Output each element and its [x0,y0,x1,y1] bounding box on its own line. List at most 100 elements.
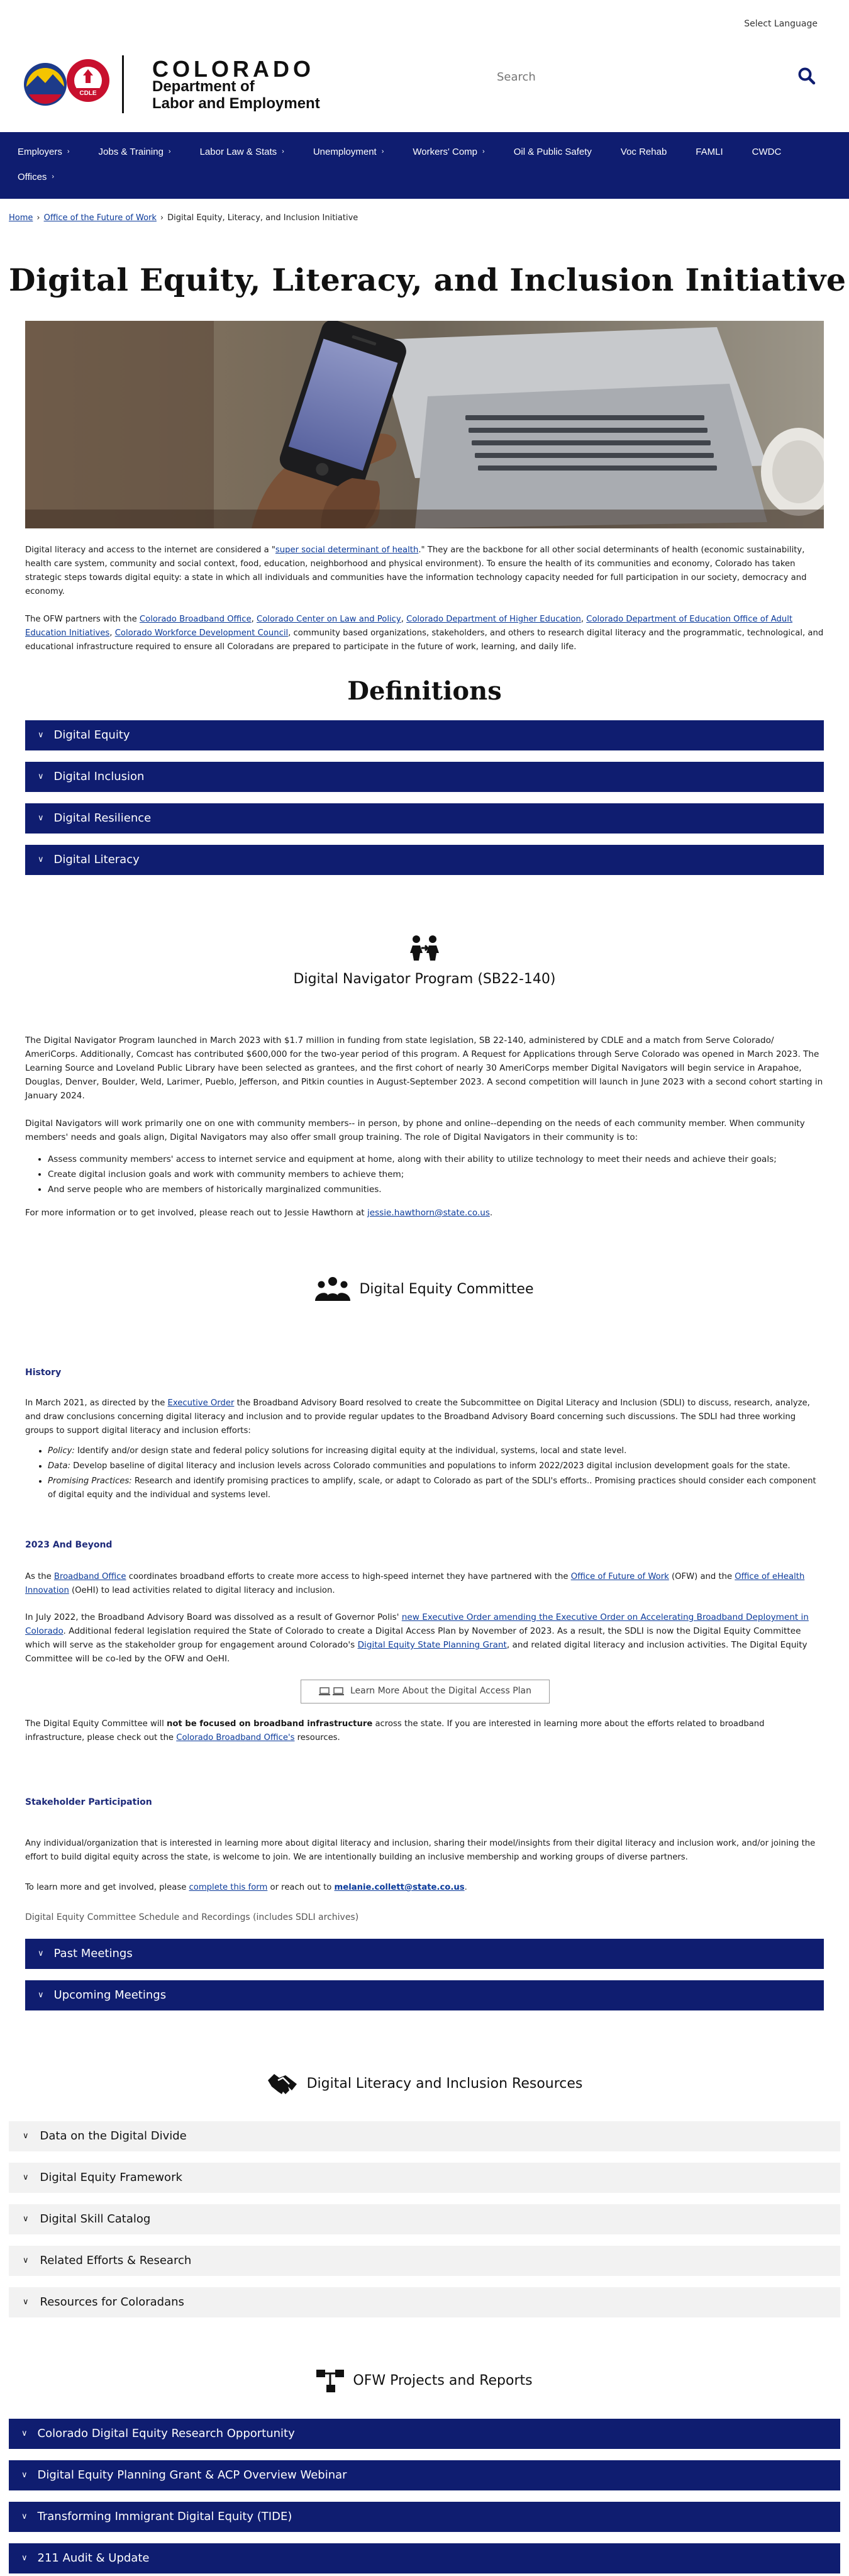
accordion-digital-literacy[interactable]: ∨ Digital Literacy [25,845,824,875]
accordion-tide[interactable]: ∨ Transforming Immigrant Digital Equity (… [9,2502,840,2532]
executive-order-link[interactable]: Executive Order [168,1398,235,1408]
search-box [497,58,836,96]
beyond-paragraph-1: As the Broadband Office coordinates broa… [25,1572,805,1595]
intro-paragraph-2: The OFW partners with the Colorado Broad… [25,615,824,652]
accordion-resources-coloradans[interactable]: ∨ Resources for Coloradans [9,2287,840,2317]
navigator-paragraph-1: The Digital Navigator Program launched i… [25,1035,823,1101]
hero-image [25,321,824,528]
office-future-of-work-link[interactable]: Office of Future of Work [571,1572,669,1581]
ccl-policy-link[interactable]: Colorado Center on Law and Policy [257,615,401,624]
nav-row-2: Offices › [18,165,831,190]
accordion-digital-equity-framework[interactable]: ∨ Digital Equity Framework [9,2163,840,2193]
breadcrumb-current: Digital Equity, Literacy, and Inclusion … [167,213,358,223]
chevron-down-icon: ∨ [23,2297,29,2307]
accordion-data-digital-divide[interactable]: ∨ Data on the Digital Divide [9,2121,840,2151]
history-heading: History [25,1368,62,1378]
chevron-down-icon: ∨ [21,2553,28,2563]
breadcrumb-home[interactable]: Home [9,213,33,223]
nav-item-famli[interactable]: FAMLI [696,145,723,159]
nav-item-employers[interactable]: Employers › [18,145,70,159]
state-planning-grant-link[interactable]: Digital Equity State Planning Grant [358,1640,507,1650]
accordion-research-opportunity[interactable]: ∨ Colorado Digital Equity Research Opport… [9,2419,840,2449]
chevron-down-icon: ∨ [23,2255,29,2265]
stakeholder-paragraph: Any individual/organization that is inte… [25,1839,816,1862]
nav-item-unemployment[interactable]: Unemployment › [313,145,384,159]
accordion-upcoming-meetings[interactable]: ∨ Upcoming Meetings [25,1980,824,2010]
contact-paragraph: To learn more and get involved, please c… [25,1883,467,1892]
accordion-digital-resilience[interactable]: ∨ Digital Resilience [25,803,824,834]
nav-item-cwdc[interactable]: CWDC [752,145,782,159]
search-input[interactable] [497,65,786,88]
jessie-email-link[interactable]: jessie.hawthorn@state.co.us [367,1208,490,1218]
list-item: And serve people who are members of hist… [48,1183,824,1196]
nav-item-oil-public-safety[interactable]: Oil & Public Safety [514,145,592,159]
top-bar: Select Language [0,0,849,49]
focus-paragraph: The Digital Equity Committee will not be… [25,1719,765,1742]
nav-item-labor-law-stats[interactable]: Labor Law & Stats › [200,145,284,159]
chevron-right-icon: › [168,148,171,156]
accordion-211-audit[interactable]: ∨ 211 Audit & Update [9,2543,840,2573]
accordion-digital-inclusion[interactable]: ∨ Digital Inclusion [25,762,824,792]
logo-dept-line2: Labor and Employment [152,95,320,112]
chevron-down-icon: ∨ [38,1990,44,2000]
working-groups-list: Policy: Identify and/or design state and… [25,1444,824,1503]
navigator-contact: For more information or to get involved,… [25,1208,493,1218]
hand-holding-phone-photo [25,321,824,528]
stakeholder-heading: Stakeholder Participation [25,1797,152,1807]
nav-row-1: Employers › Jobs & Training › Labor Law & … [18,140,831,165]
broadband-office-link[interactable]: Colorado Broadband Office [140,615,252,624]
logo-dept-line1: Department of [152,78,255,95]
accordion-digital-skill-catalog[interactable]: ∨ Digital Skill Catalog [9,2204,840,2234]
colorado-logo-icon: CDLE [24,55,124,113]
nav-item-jobs-training[interactable]: Jobs & Training › [99,145,171,159]
intro-paragraph-1: Digital literacy and access to the inter… [25,545,807,596]
main-navigation: Employers › Jobs & Training › Labor Law & … [0,132,849,199]
accordion-planning-grant-webinar[interactable]: ∨ Digital Equity Planning Grant & ACP Ove… [9,2460,840,2490]
nav-item-workers-comp[interactable]: Workers' Comp › [413,145,484,159]
broadband-office-link-2[interactable]: Broadband Office [54,1572,126,1581]
chevron-down-icon: ∨ [38,854,44,864]
breadcrumb-separator: › [36,213,40,223]
accordion-past-meetings[interactable]: ∨ Past Meetings [25,1939,824,1969]
super-social-determinant-link[interactable]: super social determinant of health [275,545,418,555]
committee-heading-row: Digital Equity Committee [0,1271,849,1308]
select-language[interactable]: Select Language [744,18,818,31]
search-icon [798,67,816,85]
laptop-icon [318,1687,344,1695]
people-connect-icon [409,934,440,962]
hierarchy-icon [316,2370,345,2392]
complete-form-link[interactable]: complete this form [189,1883,268,1892]
committee-heading: Digital Equity Committee [359,1281,534,1297]
accordion-digital-equity[interactable]: ∨ Digital Equity [25,720,824,750]
site-header: CDLE COLORADO Department of Labor and Em… [0,49,849,132]
projects-heading-row: OFW Projects and Reports [0,2367,849,2395]
beyond-paragraph-2: In July 2022, the Broadband Advisory Boa… [25,1612,809,1664]
navigator-paragraph-2: Digital Navigators will work primarily o… [25,1118,805,1142]
breadcrumb: Home › Office of the Future of Work › Digita… [9,212,358,225]
cdle-logo[interactable]: CDLE COLORADO Department of Labor and Em… [18,50,326,121]
chevron-down-icon: ∨ [38,1948,44,1958]
nav-item-voc-rehab[interactable]: Voc Rehab [621,145,667,159]
chevron-right-icon: › [282,148,284,156]
accordion-related-efforts[interactable]: ∨ Related Efforts & Research [9,2246,840,2276]
broadband-office-resources-link[interactable]: Colorado Broadband Office's [176,1733,294,1742]
cwdc-link[interactable]: Colorado Workforce Development Council [115,628,288,638]
schedule-label: Digital Equity Committee Schedule and Re… [25,1912,359,1922]
chevron-down-icon: ∨ [38,771,44,781]
definitions-heading: Definitions [347,676,502,706]
logo-badge-text: CDLE [79,90,97,97]
melanie-email-link[interactable]: melanie.collett@state.co.us [335,1883,465,1892]
digital-access-plan-button[interactable]: Learn More About the Digital Access Plan [301,1680,550,1703]
list-item: Policy: Identify and/or design state and… [48,1444,824,1458]
nav-item-offices[interactable]: Offices › [18,170,54,184]
resources-heading: Digital Literacy and Inclusion Resources [306,2075,583,2092]
breadcrumb-parent[interactable]: Office of the Future of Work [44,213,157,223]
list-item: Assess community members' access to inte… [48,1152,824,1166]
logo-department-name: Department of Labor and Employment [152,78,320,112]
resources-heading-row: Digital Literacy and Inclusion Resources [0,2068,849,2100]
list-item: Promising Practices: Research and identi… [48,1475,824,1502]
list-item: Data: Develop baseline of digital litera… [48,1459,824,1473]
search-button[interactable] [797,67,819,88]
higher-education-link[interactable]: Colorado Department of Higher Education [406,615,581,624]
chevron-down-icon: ∨ [38,730,44,740]
